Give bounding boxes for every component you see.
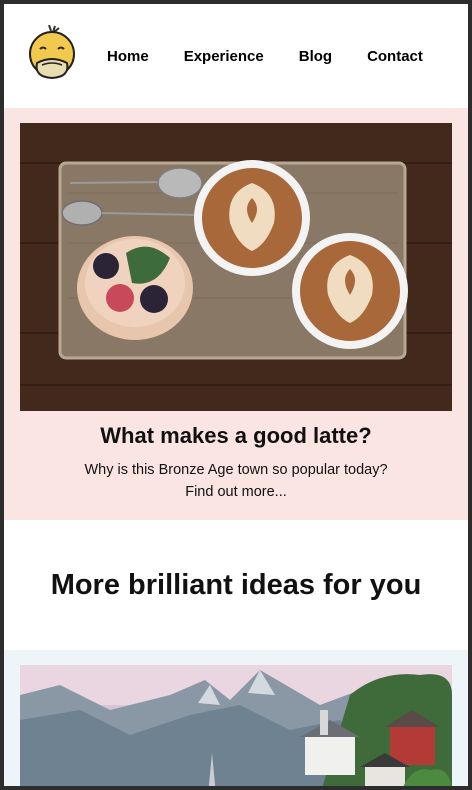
nav-experience-link[interactable]: Experience xyxy=(184,48,264,65)
page: Home Experience Blog Contact What makes … xyxy=(4,4,468,786)
site-header: Home Experience Blog Contact xyxy=(4,4,468,108)
featured-article: What makes a good latte? Why is this Bro… xyxy=(4,108,468,520)
nav-contact-link[interactable]: Contact xyxy=(367,48,423,65)
nav-blog-link[interactable]: Blog xyxy=(299,48,332,65)
duck-logo-icon[interactable] xyxy=(28,24,78,87)
find-out-more-link[interactable]: Find out more... xyxy=(4,484,468,500)
nav-home-link[interactable]: Home xyxy=(107,48,149,65)
mountain-town-photo[interactable] xyxy=(20,665,452,786)
article-title: What makes a good latte? xyxy=(100,423,372,448)
more-ideas-section: More brilliant ideas for you xyxy=(4,520,468,650)
more-ideas-heading: More brilliant ideas for you xyxy=(50,568,422,601)
latte-photo[interactable] xyxy=(20,123,452,411)
second-article xyxy=(4,650,468,786)
main-nav: Home Experience Blog Contact xyxy=(107,48,423,65)
article-description: Why is this Bronze Age town so popular t… xyxy=(84,462,388,478)
